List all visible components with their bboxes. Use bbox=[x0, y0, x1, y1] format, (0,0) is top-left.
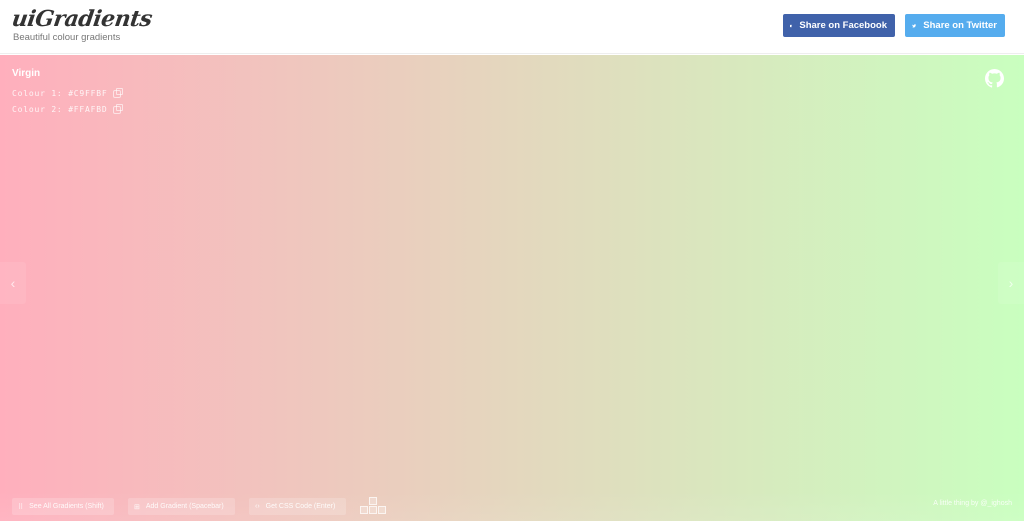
chevron-left-icon: ‹ bbox=[10, 275, 16, 291]
plus-square-icon: ⊞ bbox=[134, 503, 140, 511]
colour-2-value[interactable]: #FFAFBD bbox=[68, 105, 107, 114]
grid-icon: ⠿ bbox=[18, 503, 24, 511]
add-gradient-label: Add Gradient (Spacebar) bbox=[145, 503, 224, 510]
copy-icon[interactable] bbox=[112, 103, 123, 114]
see-all-gradients-label: See All Gradients (Shift) bbox=[29, 503, 104, 510]
colour-1-value[interactable]: #C9FFBF bbox=[68, 89, 107, 98]
github-icon[interactable] bbox=[985, 69, 1004, 88]
see-all-gradients-button[interactable]: ⠿ See All Gradients (Shift) bbox=[12, 498, 114, 515]
colour-2-row: Colour 2: #FFAFBD bbox=[12, 103, 123, 114]
down-key-icon bbox=[369, 506, 377, 514]
previous-gradient-button[interactable]: ‹ bbox=[0, 262, 26, 304]
share-twitter-button[interactable]: Share on Twitter bbox=[905, 14, 1005, 37]
up-key-icon bbox=[369, 497, 377, 505]
gradient-display: Virgin Colour 1: #C9FFBF Colour 2: #FFAF… bbox=[0, 55, 1024, 521]
colour-2-label: Colour 2: bbox=[12, 105, 63, 114]
logo-subtitle: Beautiful colour gradients bbox=[13, 32, 121, 43]
code-icon: ‹› bbox=[255, 503, 260, 510]
colour-1-label: Colour 1: bbox=[12, 89, 63, 98]
twitter-icon bbox=[912, 23, 917, 27]
add-gradient-button[interactable]: ⊞ Add Gradient (Spacebar) bbox=[128, 498, 235, 515]
copy-icon[interactable] bbox=[112, 87, 123, 98]
share-facebook-label: Share on Facebook bbox=[799, 20, 887, 31]
header: uiGradients Beautiful colour gradients S… bbox=[0, 0, 1024, 54]
next-gradient-button[interactable]: › bbox=[998, 262, 1024, 304]
logo[interactable]: uiGradients Beautiful colour gradients bbox=[10, 6, 154, 43]
get-css-code-label: Get CSS Code (Enter) bbox=[265, 503, 336, 510]
colour-1-row: Colour 1: #C9FFBF bbox=[12, 87, 123, 98]
facebook-icon bbox=[790, 24, 793, 27]
share-twitter-label: Share on Twitter bbox=[923, 20, 997, 31]
credit-text[interactable]: A little thing by @_ighosh bbox=[933, 500, 1012, 507]
share-facebook-button[interactable]: Share on Facebook bbox=[783, 14, 895, 37]
chevron-right-icon: › bbox=[1008, 275, 1014, 291]
arrow-keys-icon bbox=[360, 497, 386, 516]
left-key-icon bbox=[360, 506, 368, 514]
get-css-code-button[interactable]: ‹› Get CSS Code (Enter) bbox=[249, 498, 346, 515]
logo-title: uiGradients bbox=[10, 6, 154, 32]
right-key-icon bbox=[378, 506, 386, 514]
gradient-name: Virgin bbox=[12, 68, 41, 79]
